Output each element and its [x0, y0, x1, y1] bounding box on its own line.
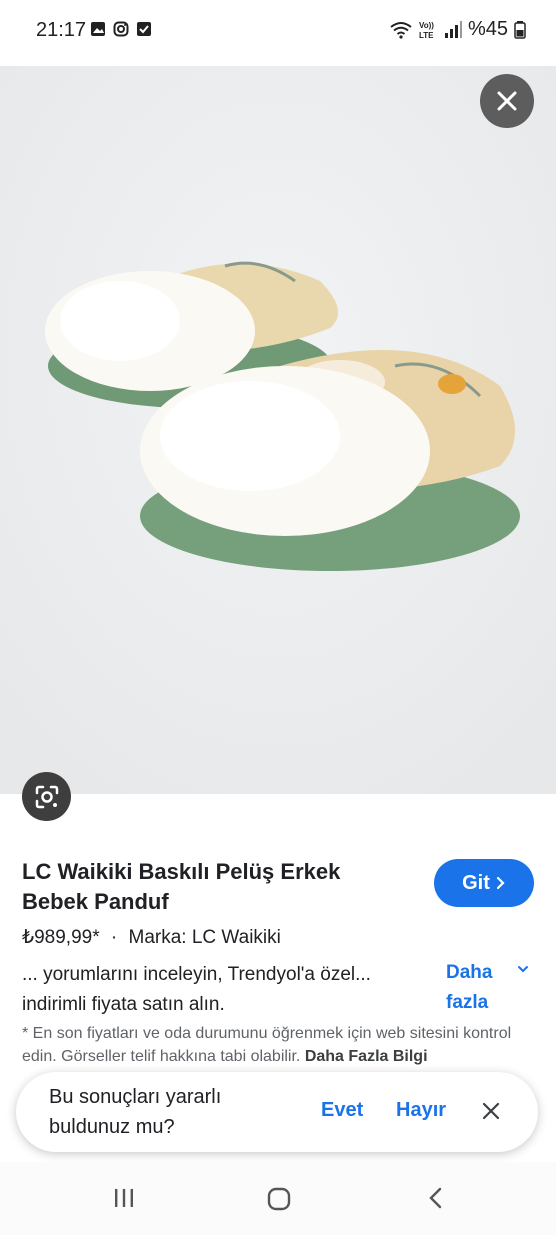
instagram-icon — [113, 21, 129, 37]
lens-button[interactable] — [22, 772, 71, 821]
gallery-icon — [91, 22, 105, 36]
slippers-image — [0, 66, 556, 794]
check-icon — [137, 22, 151, 36]
feedback-close-icon[interactable] — [482, 1102, 500, 1120]
battery-icon — [514, 20, 526, 39]
volte-icon: Vo))LTE — [419, 21, 434, 40]
close-button[interactable] — [480, 74, 534, 128]
price-row: ₺989,99* · Marka: LC Waikiki — [22, 926, 281, 949]
go-button[interactable]: Git — [434, 859, 534, 907]
system-status: Vo)) LTE %45 — [390, 18, 526, 41]
disclaimer-text: * En son fiyatları ve oda durumunu öğren… — [22, 1025, 512, 1065]
battery-percent: %45 — [467, 18, 508, 40]
back-icon[interactable] — [426, 1186, 446, 1210]
product-title[interactable]: LC Waikiki Baskılı Pelüş Erkek Bebek Pan… — [22, 857, 402, 917]
feedback-no-button[interactable]: Hayır — [396, 1099, 446, 1122]
feedback-yes-button[interactable]: Evet — [321, 1099, 363, 1122]
brand: Marka: LC Waikiki — [128, 927, 281, 948]
svg-text:Vo)): Vo)) — [419, 21, 434, 30]
status-bar: 21:17 Vo)) LTE %45 — [0, 0, 556, 62]
chevron-down-icon[interactable] — [516, 962, 530, 976]
close-icon — [497, 91, 517, 111]
price: ₺989,99* — [22, 927, 100, 948]
svg-text:LTE: LTE — [419, 31, 434, 40]
feedback-question: Bu sonuçları yararlı buldunuz mu? — [49, 1086, 222, 1138]
wifi-icon — [390, 21, 412, 39]
disclaimer: * En son fiyatları ve oda durumunu öğren… — [22, 1022, 537, 1068]
feedback-card: Bu sonuçları yararlı buldunuz mu? Evet H… — [16, 1072, 538, 1152]
more-button[interactable]: Daha fazla — [446, 958, 506, 1018]
chevron-right-icon — [496, 876, 505, 890]
home-icon[interactable] — [266, 1186, 292, 1212]
more-label: Daha fazla — [446, 962, 493, 1013]
description: ... yorumlarını inceleyin, Trendyol'a öz… — [22, 964, 371, 1015]
status-time: 21:17 — [36, 19, 87, 41]
navigation-bar — [0, 1162, 556, 1235]
signal-icon — [444, 20, 462, 38]
lens-icon — [35, 785, 58, 808]
separator-dot: · — [110, 927, 118, 948]
recent-apps-icon[interactable] — [112, 1186, 136, 1210]
more-info-link[interactable]: Daha Fazla Bilgi — [305, 1048, 428, 1065]
notification-icons — [90, 21, 152, 37]
go-button-label: Git — [462, 871, 490, 894]
product-image[interactable] — [0, 66, 556, 794]
